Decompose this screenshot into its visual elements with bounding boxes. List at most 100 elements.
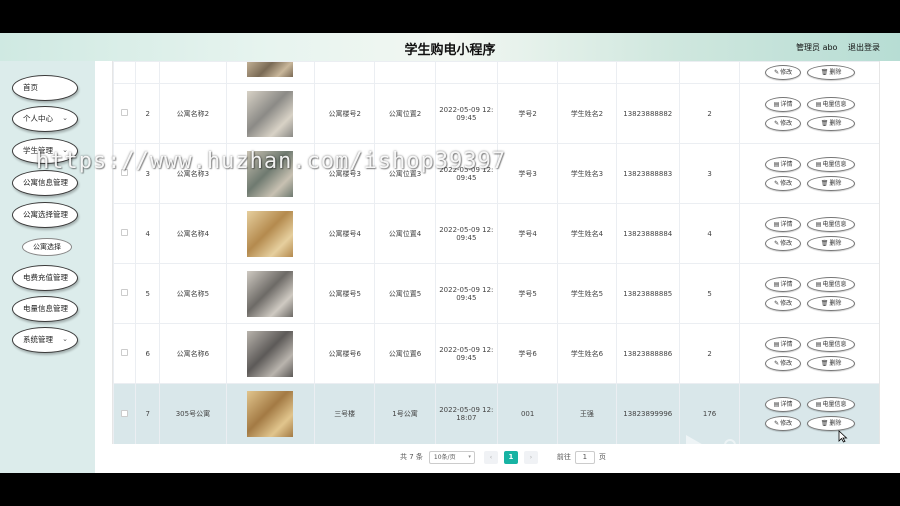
detail-button[interactable]: ▤详情 xyxy=(765,336,802,352)
name-cell xyxy=(159,61,227,84)
count-cell: 5 xyxy=(678,263,741,324)
student-no-cell: 学号4 xyxy=(496,203,559,264)
delete-button[interactable]: 🗑删除 xyxy=(807,416,856,431)
pencil-icon: ✎ xyxy=(774,69,780,76)
sidebar: 首页 个人中心 ⌄ 学生管理 ⌄ 公寓信息管理 公寓选择管理 电费充值管理 电量信息管理 系统管理… xyxy=(0,61,95,473)
building-cell: 公寓楼号6 xyxy=(314,323,376,384)
building-cell: 三号楼 xyxy=(314,383,376,444)
delete-button[interactable]: 🗑删除 xyxy=(807,235,856,251)
delete-button[interactable]: 🗑删除 xyxy=(807,65,856,80)
time-clock: 09:45 xyxy=(456,293,477,302)
action-label: 电量信息 xyxy=(822,280,847,288)
sidebar-item-5[interactable]: 公寓选择管理 xyxy=(12,202,78,228)
count-cell: 2 xyxy=(678,83,741,144)
name-cell: 公寓名称2 xyxy=(159,83,227,144)
edit-button[interactable]: ✎修改 xyxy=(765,65,802,80)
detail-button[interactable]: ▤详情 xyxy=(765,397,802,412)
edit-button[interactable]: ✎修改 xyxy=(765,115,802,131)
row-checkbox[interactable] xyxy=(121,409,129,417)
row-checkbox[interactable] xyxy=(121,349,129,356)
detail-button[interactable]: ▤详情 xyxy=(765,156,802,172)
user-name: 管理员 abo xyxy=(796,43,838,52)
action-label: 详情 xyxy=(780,100,793,108)
time-date: 2022-05-09 12: xyxy=(439,225,494,234)
sidebar-subitem-apartment-select[interactable]: 公寓选择 xyxy=(22,238,72,256)
table-row[interactable]: 5 公寓名称5 公寓楼号5 公寓位置5 2022-05-09 12: 09:45 学号5 学生… xyxy=(113,263,879,324)
table-row[interactable]: 4 公寓名称4 公寓楼号4 公寓位置4 2022-05-09 12: 09:45 学号4 学生… xyxy=(113,203,879,264)
next-page-button[interactable]: › xyxy=(523,450,538,464)
sidebar-item-6[interactable]: 电费充值管理 xyxy=(12,265,78,291)
detail-button[interactable]: ▤详情 xyxy=(765,216,802,232)
name-cell: 公寓名称6 xyxy=(159,323,227,384)
goto-page-input[interactable]: 1 xyxy=(574,450,595,464)
sidebar-item-2[interactable]: 个人中心 ⌄ xyxy=(12,106,78,132)
apartment-photo xyxy=(247,391,294,437)
time-date: 2022-05-09 12: xyxy=(439,406,494,414)
count-cell xyxy=(678,61,741,84)
photo-cell xyxy=(225,383,316,444)
document-icon: ▤ xyxy=(773,340,780,348)
select-cell xyxy=(113,203,137,264)
photo-cell xyxy=(225,61,316,84)
detail-button[interactable]: ▤详情 xyxy=(765,276,802,292)
time-cell: 2022-05-09 12: 09:45 xyxy=(434,263,498,324)
table-row[interactable]: ✎修改 🗑删除 xyxy=(113,61,879,84)
power-info-button[interactable]: ▤电量信息 xyxy=(807,397,856,412)
document-icon: ▤ xyxy=(815,220,822,228)
table-row[interactable]: 7 305号公寓 三号楼 1号公寓 2022-05-09 12: 18:07 001 王强 13… xyxy=(113,383,879,444)
power-info-button[interactable]: ▤电量信息 xyxy=(807,336,856,352)
time-clock: 09:45 xyxy=(456,113,477,122)
sidebar-item-8[interactable]: 系统管理 ⌄ xyxy=(12,327,78,353)
power-info-button[interactable]: ▤电量信息 xyxy=(807,156,856,172)
table-row[interactable]: 2 公寓名称2 公寓楼号2 公寓位置2 2022-05-09 12: 09:45 学号2 学生… xyxy=(113,83,879,144)
student-name-cell: 学生姓名5 xyxy=(557,263,617,324)
student-no-cell: 学号2 xyxy=(496,83,559,144)
delete-button[interactable]: 🗑删除 xyxy=(807,355,856,371)
edit-button[interactable]: ✎修改 xyxy=(765,355,802,371)
trash-icon: 🗑 xyxy=(820,239,829,247)
edit-button[interactable]: ✎修改 xyxy=(765,295,802,311)
delete-button[interactable]: 🗑删除 xyxy=(807,115,856,131)
detail-button[interactable]: ▤详情 xyxy=(765,96,802,112)
pencil-icon: ✎ xyxy=(774,359,780,367)
student-no-cell: 001 xyxy=(496,383,559,444)
student-name-cell xyxy=(557,61,617,84)
action-label: 电量信息 xyxy=(822,160,847,168)
page-size-select[interactable]: 10条/页 ▾ xyxy=(428,450,475,464)
sidebar-item-1[interactable]: 首页 xyxy=(12,75,78,101)
actions-cell: ▤详情 ▤电量信息 ✎修改 🗑删除 xyxy=(739,323,879,384)
row-checkbox[interactable] xyxy=(121,289,129,296)
select-cell xyxy=(113,61,137,84)
delete-button[interactable]: 🗑删除 xyxy=(807,175,856,191)
table-row[interactable]: 6 公寓名称6 公寓楼号6 公寓位置6 2022-05-09 12: 09:45 学号6 学生… xyxy=(113,323,879,384)
name-cell: 公寓名称4 xyxy=(159,203,227,264)
logout-link[interactable]: 退出登录 xyxy=(848,43,880,52)
action-label: 删除 xyxy=(829,299,842,307)
student-no-cell xyxy=(496,61,559,84)
edit-button[interactable]: ✎修改 xyxy=(765,416,802,431)
trash-icon: 🗑 xyxy=(820,299,829,307)
trash-icon: 🗑 xyxy=(820,420,829,427)
power-info-button[interactable]: ▤电量信息 xyxy=(807,216,856,232)
apartment-photo xyxy=(247,330,294,377)
photo-cell xyxy=(225,263,316,324)
power-info-button[interactable]: ▤电量信息 xyxy=(807,96,856,112)
action-label: 详情 xyxy=(780,340,793,348)
prev-page-button[interactable]: ‹ xyxy=(483,450,498,464)
action-label: 电量信息 xyxy=(822,340,847,348)
page-1-button[interactable]: 1 xyxy=(503,450,518,464)
edit-button[interactable]: ✎修改 xyxy=(765,235,802,251)
photo-cell xyxy=(225,323,316,384)
action-label: 删除 xyxy=(829,359,842,367)
data-table: ✎修改 🗑删除 2 公寓名称2 公寓楼号2 公寓位置2 2022-05-09 12: 09:4… xyxy=(112,61,880,444)
sidebar-item-7[interactable]: 电量信息管理 xyxy=(12,296,78,322)
action-label: 删除 xyxy=(829,420,842,427)
row-checkbox[interactable] xyxy=(121,109,129,116)
pencil-icon: ✎ xyxy=(774,420,780,427)
delete-button[interactable]: 🗑删除 xyxy=(807,295,856,311)
row-checkbox[interactable] xyxy=(121,229,129,236)
action-label: 修改 xyxy=(780,69,793,76)
edit-button[interactable]: ✎修改 xyxy=(765,175,802,191)
power-info-button[interactable]: ▤电量信息 xyxy=(807,276,856,292)
sidebar-item-label: 系统管理 xyxy=(23,335,53,344)
